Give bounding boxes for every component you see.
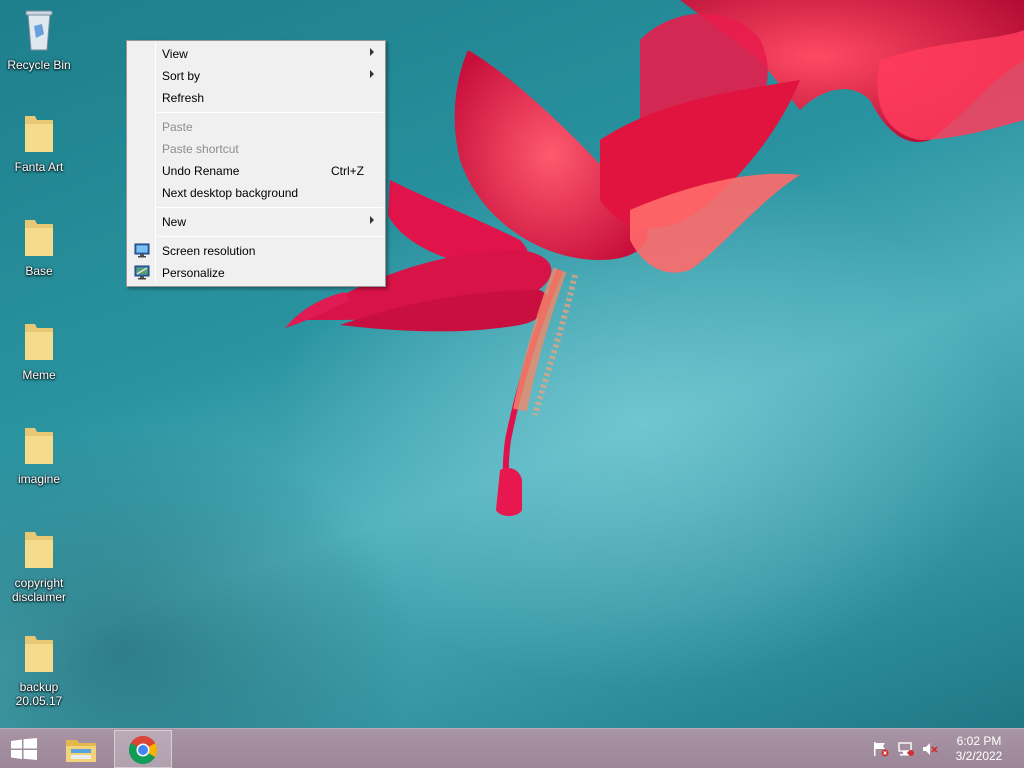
desktop-icon-label: imagine: [17, 472, 61, 486]
file-explorer-icon: [66, 740, 96, 762]
folder-shortcut-fanta-art[interactable]: Fanta Art: [0, 110, 78, 174]
folder-icon: [22, 422, 56, 468]
menu-item-undo-rename[interactable]: Undo Rename Ctrl+Z: [129, 160, 383, 182]
chrome-icon: [129, 736, 157, 764]
menu-item-next-desktop-background[interactable]: Next desktop background: [129, 182, 383, 204]
desktop-icon-label: Recycle Bin: [7, 58, 71, 72]
desktop-icon-label: copyright disclaimer: [11, 576, 66, 604]
submenu-arrow-icon: [370, 70, 374, 78]
folder-icon: [22, 110, 56, 156]
clock-date: 3/2/2022: [955, 749, 1003, 763]
menu-separator: [157, 207, 383, 208]
menu-item-new[interactable]: New: [129, 211, 383, 233]
menu-item-refresh[interactable]: Refresh: [129, 87, 383, 109]
volume-muted-icon[interactable]: [921, 741, 939, 757]
taskbar: 6:02 PM 3/2/2022: [0, 728, 1024, 768]
menu-item-view[interactable]: View: [129, 43, 383, 65]
taskbar-chrome-button[interactable]: [114, 730, 172, 768]
desktop-icon-label: backup 20.05.17: [15, 680, 63, 708]
folder-icon: [22, 318, 56, 364]
personalize-icon: [134, 265, 150, 280]
recycle-bin-shortcut[interactable]: Recycle Bin: [0, 8, 78, 72]
display-icon: [134, 243, 150, 258]
network-icon[interactable]: [897, 741, 915, 757]
recycle-bin-icon: [22, 8, 56, 54]
menu-item-sort-by[interactable]: Sort by: [129, 65, 383, 87]
desktop-icon-label: Base: [25, 264, 53, 278]
menu-item-personalize[interactable]: Personalize: [129, 262, 383, 284]
folder-shortcut-backup[interactable]: backup 20.05.17: [0, 630, 78, 708]
submenu-arrow-icon: [370, 48, 374, 56]
taskbar-clock[interactable]: 6:02 PM 3/2/2022: [944, 734, 1014, 764]
clock-time: 6:02 PM: [956, 734, 1002, 748]
menu-item-paste-shortcut: Paste shortcut: [162, 142, 239, 156]
folder-shortcut-copyright-disclaimer[interactable]: copyright disclaimer: [0, 526, 78, 604]
desktop-context-menu: View Sort by Refresh Paste Paste shortcu…: [126, 40, 386, 287]
menu-separator: [157, 112, 383, 113]
taskbar-file-explorer-button[interactable]: [52, 730, 110, 768]
desktop[interactable]: Recycle Bin Fanta Art Base Meme imagine …: [0, 0, 1024, 728]
desktop-icon-label: Fanta Art: [14, 160, 64, 174]
desktop-icon-label: Meme: [22, 368, 56, 382]
menu-item-paste: Paste: [162, 120, 193, 134]
folder-icon: [22, 630, 56, 676]
start-button[interactable]: [0, 729, 48, 768]
menu-shortcut-text: Ctrl+Z: [331, 164, 364, 178]
submenu-arrow-icon: [370, 216, 374, 224]
folder-shortcut-base[interactable]: Base: [0, 214, 78, 278]
menu-separator: [157, 236, 383, 237]
folder-icon: [22, 526, 56, 572]
action-center-flag-icon[interactable]: [872, 741, 890, 757]
windows-logo-icon: [11, 738, 37, 760]
folder-shortcut-imagine[interactable]: imagine: [0, 422, 78, 486]
folder-shortcut-meme[interactable]: Meme: [0, 318, 78, 382]
folder-icon: [22, 214, 56, 260]
menu-item-screen-resolution[interactable]: Screen resolution: [129, 240, 383, 262]
